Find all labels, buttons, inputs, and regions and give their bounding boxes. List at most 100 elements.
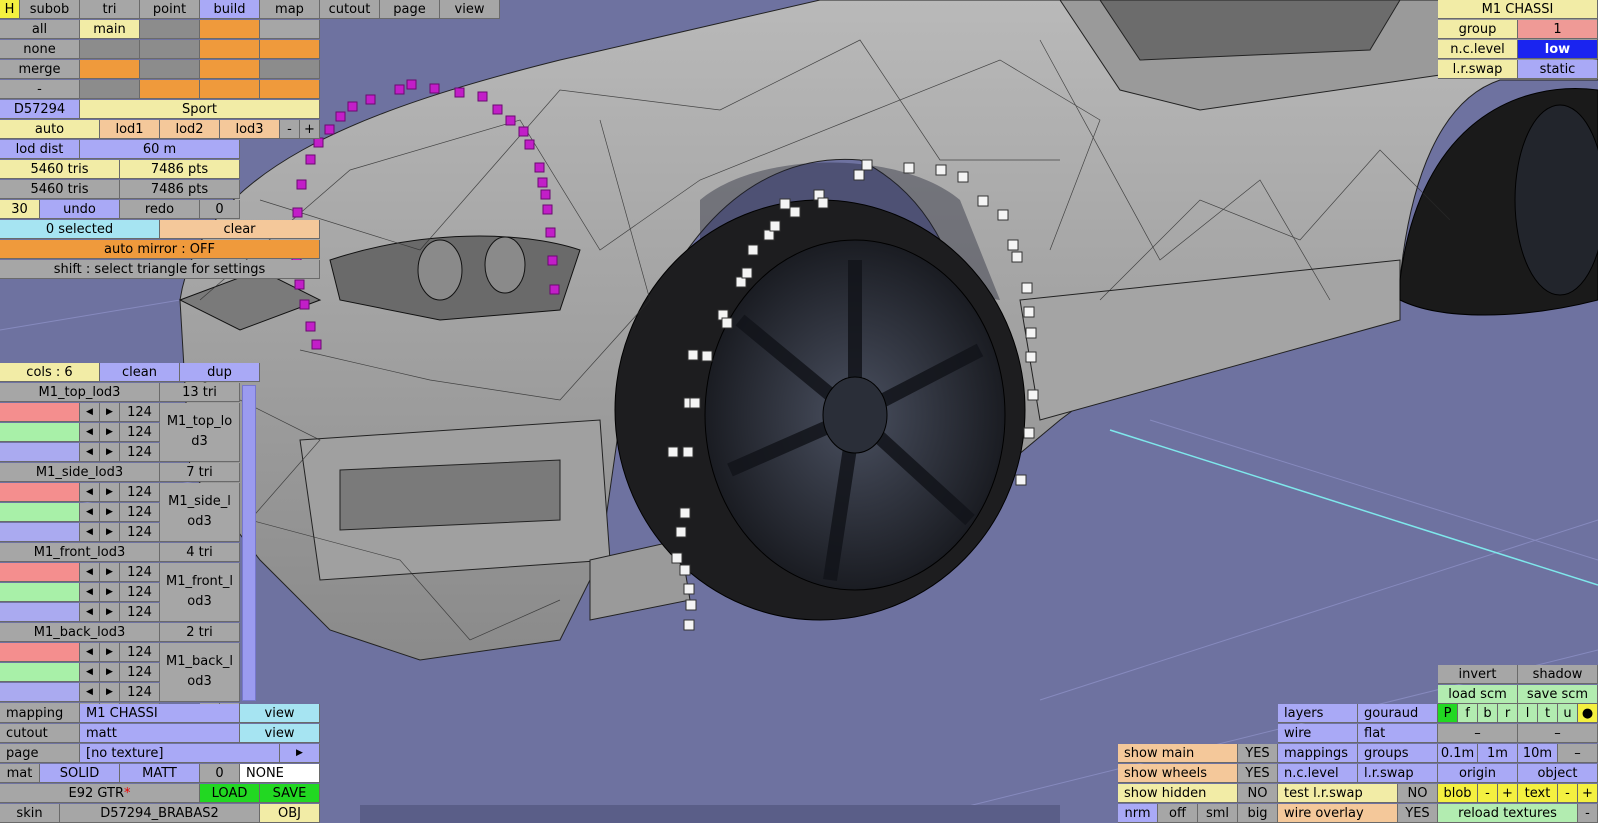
lod-group-name[interactable]: M1_front_lod3 [0,543,160,562]
lod-group-texture[interactable]: M1_front_l od3 [160,563,240,622]
dist-10m-button[interactable]: 10m [1518,744,1558,763]
part-name[interactable]: Sport [80,100,320,119]
color-slider[interactable] [0,443,80,462]
lod-minus-button[interactable]: - [280,120,300,139]
clean-button[interactable]: clean [100,363,180,382]
invert-button[interactable]: invert [1438,665,1518,684]
lod1-button[interactable]: lod1 [100,120,160,139]
part-id[interactable]: D57294 [0,100,80,119]
arrow-right-icon[interactable]: ▶ [100,443,120,462]
show-hidden-value[interactable]: NO [1238,784,1278,803]
size-off-button[interactable]: off [1158,804,1198,823]
select-none-slot-4[interactable] [260,40,320,59]
dash-slot-1[interactable] [80,80,140,99]
channel-value[interactable]: 124 [120,443,160,462]
arrow-left-icon[interactable]: ◀ [80,663,100,682]
select-grey-slot[interactable] [140,20,200,39]
layers-button[interactable]: layers [1278,704,1358,723]
dash-slot-4[interactable] [260,80,320,99]
dash-button-1[interactable]: – [1438,724,1518,743]
lod3-button[interactable]: lod3 [220,120,280,139]
select-none-slot-2[interactable] [140,40,200,59]
merge-slot-2[interactable] [140,60,200,79]
show-hidden-label[interactable]: show hidden [1118,784,1238,803]
show-wheels-value[interactable]: YES [1238,764,1278,783]
arrow-right-icon[interactable]: ▶ [100,663,120,682]
color-slider[interactable] [0,663,80,682]
arrow-right-icon[interactable]: ▶ [100,503,120,522]
arrow-left-icon[interactable]: ◀ [80,423,100,442]
dash-button-2[interactable]: – [1518,724,1598,743]
lod-group-name[interactable]: M1_side_lod3 [0,463,160,482]
channel-value[interactable]: 124 [120,643,160,662]
arrow-left-icon[interactable]: ◀ [80,583,100,602]
lr-swap-value[interactable]: static [1518,60,1598,79]
tab-build[interactable]: build [200,0,260,19]
arrow-left-icon[interactable]: ◀ [80,443,100,462]
merge-button[interactable]: merge [0,60,80,79]
view-letter-button[interactable]: l [1518,704,1538,723]
arrow-left-icon[interactable]: ◀ [80,603,100,622]
select-slot[interactable] [260,20,320,39]
dash-slot-3[interactable] [200,80,260,99]
tab-page[interactable]: page [380,0,440,19]
dash-button[interactable]: - [0,80,80,99]
view-letter-button[interactable]: P [1438,704,1458,723]
arrow-left-icon[interactable]: ◀ [80,483,100,502]
size-nrm-button[interactable]: nrm [1118,804,1158,823]
lod-dist-value[interactable]: 60 m [80,140,240,159]
arrow-right-icon[interactable]: ▶ [100,603,120,622]
view-letter-button[interactable]: f [1458,704,1478,723]
lod-group-texture[interactable]: M1_side_l od3 [160,483,240,542]
arrow-right-icon[interactable]: ▶ [100,563,120,582]
arrow-right-icon[interactable]: ▶ [100,583,120,602]
size-big-button[interactable]: big [1238,804,1278,823]
color-slider[interactable] [0,683,80,702]
view-letter-button[interactable]: r [1498,704,1518,723]
color-slider[interactable] [0,583,80,602]
arrow-left-icon[interactable]: ◀ [80,683,100,702]
groups-scrollbar[interactable] [242,385,256,701]
channel-value[interactable]: 124 [120,483,160,502]
lod-plus-button[interactable]: + [300,120,320,139]
tab-map[interactable]: map [260,0,320,19]
show-main-value[interactable]: YES [1238,744,1278,763]
view-letter-button[interactable]: ● [1578,704,1598,723]
arrow-left-icon[interactable]: ◀ [80,523,100,542]
tab-subob[interactable]: subob [20,0,80,19]
group-value[interactable]: 1 [1518,20,1598,39]
undo-button[interactable]: undo [40,200,120,219]
merge-slot-4[interactable] [260,60,320,79]
wire-overlay-label[interactable]: wire overlay [1278,804,1398,823]
dup-button[interactable]: dup [180,363,260,382]
mat-none-field[interactable]: NONE [240,764,320,783]
blob-minus-button[interactable]: - [1478,784,1498,803]
gouraud-button[interactable]: gouraud [1358,704,1438,723]
channel-value[interactable]: 124 [120,503,160,522]
file-name[interactable]: E92 GTR * [0,784,200,803]
channel-value[interactable]: 124 [120,403,160,422]
text-button[interactable]: text [1518,784,1558,803]
tab-point[interactable]: point [140,0,200,19]
text-plus-button[interactable]: + [1578,784,1598,803]
wire-overlay-value[interactable]: YES [1398,804,1438,823]
select-none-button[interactable]: none [0,40,80,59]
merge-slot-1[interactable] [80,60,140,79]
mapping-view-button[interactable]: view [240,704,320,723]
lr-swap-button[interactable]: l.r.swap [1358,764,1438,783]
view-letter-button[interactable]: u [1558,704,1578,723]
matt-button[interactable]: MATT [120,764,200,783]
reload-textures-button[interactable]: reload textures [1438,804,1578,823]
load-button[interactable]: LOAD [200,784,260,803]
lod-auto-button[interactable]: auto [0,120,100,139]
test-lr-swap-label[interactable]: test l.r.swap [1278,784,1398,803]
skin-value[interactable]: D57294_BRABAS2 [60,804,260,823]
arrow-right-icon[interactable]: ▶ [100,403,120,422]
object-button[interactable]: object [1518,764,1598,783]
dist-0-1m-button[interactable]: 0.1m [1438,744,1478,763]
channel-value[interactable]: 124 [120,583,160,602]
lod2-button[interactable]: lod2 [160,120,220,139]
color-slider[interactable] [0,563,80,582]
tab-h[interactable]: H [0,0,20,19]
tab-tri[interactable]: tri [80,0,140,19]
